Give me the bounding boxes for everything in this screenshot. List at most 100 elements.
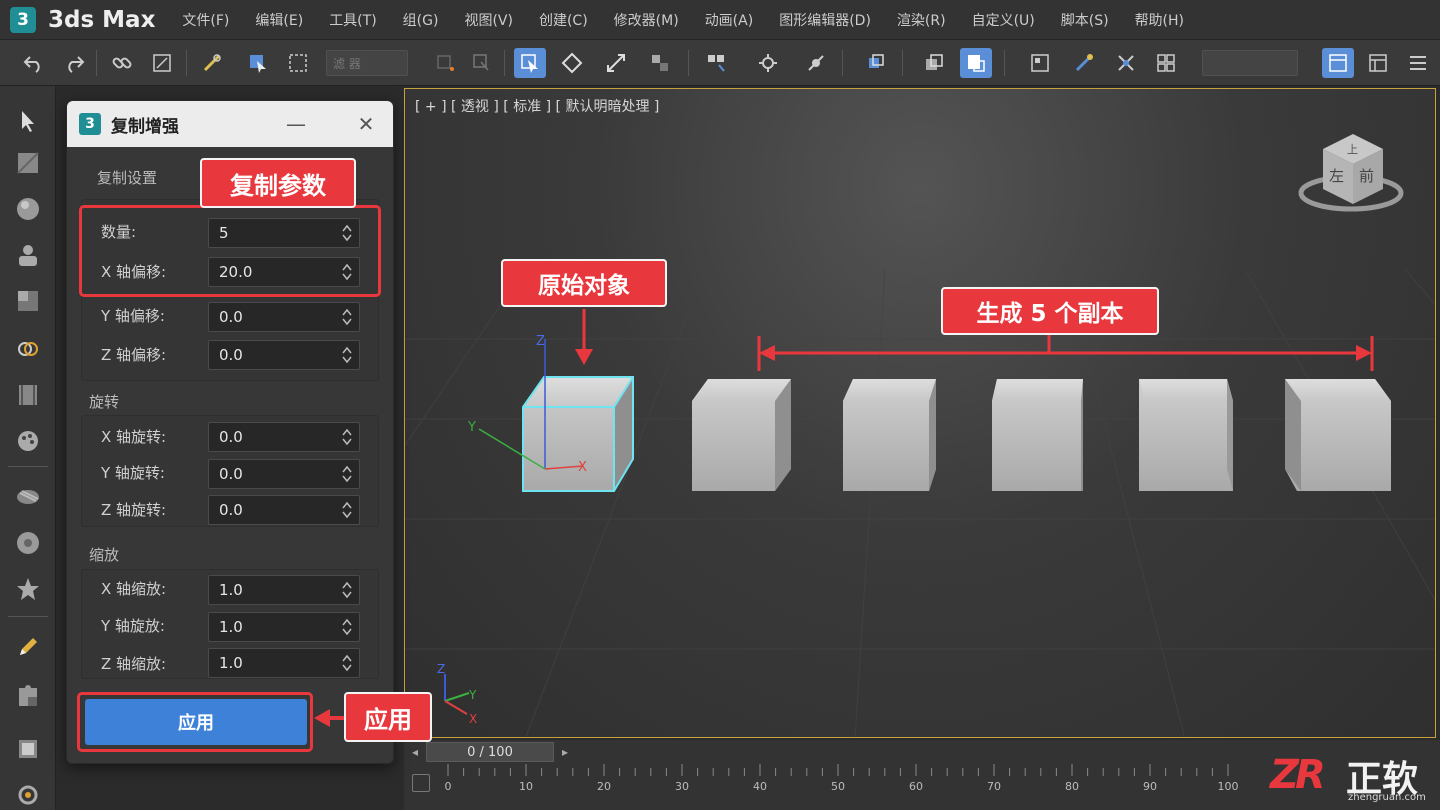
settings-icon[interactable] bbox=[12, 780, 44, 810]
particles-icon[interactable] bbox=[12, 574, 44, 604]
create-box-icon[interactable] bbox=[12, 286, 44, 316]
selection-filter-dropdown[interactable]: 滤 器 bbox=[326, 50, 408, 76]
workspace-icon[interactable] bbox=[1322, 48, 1354, 78]
link-icon[interactable] bbox=[106, 48, 138, 78]
pivot-icon[interactable] bbox=[700, 48, 732, 78]
callout-copies: 生成 5 个副本 bbox=[941, 287, 1159, 335]
copy-cube-4 bbox=[1139, 379, 1233, 491]
menu-create[interactable]: 创建(C) bbox=[539, 10, 588, 30]
hierarchy-link-icon[interactable] bbox=[12, 334, 44, 364]
ribbon-icon[interactable] bbox=[1402, 48, 1434, 78]
menu-graph-editors[interactable]: 图形编辑器(D) bbox=[779, 10, 871, 30]
gizmo-z-label: Z bbox=[536, 334, 545, 349]
window-crossing-icon[interactable] bbox=[430, 48, 462, 78]
z-offset-spinner[interactable]: 0.0 bbox=[208, 340, 360, 370]
perspective-viewport[interactable]: [ + ] [ 透视 ] [ 标准 ] [ 默认明暗处理 ] Z X Y 上 左… bbox=[404, 88, 1436, 738]
palette-icon[interactable] bbox=[12, 426, 44, 456]
menu-edit[interactable]: 编辑(E) bbox=[255, 10, 303, 30]
snap-icon[interactable] bbox=[752, 48, 784, 78]
mirror-icon[interactable] bbox=[860, 48, 892, 78]
select-move-icon[interactable] bbox=[514, 48, 546, 78]
app-title: 3ds Max bbox=[48, 6, 156, 33]
menu-group[interactable]: 组(G) bbox=[403, 10, 439, 30]
layer-explorer-icon[interactable] bbox=[960, 48, 992, 78]
menu-help[interactable]: 帮助(H) bbox=[1135, 10, 1184, 30]
create-sphere-icon[interactable] bbox=[12, 194, 44, 224]
film-icon[interactable] bbox=[12, 380, 44, 410]
original-arrow bbox=[575, 309, 593, 365]
angle-snap-icon[interactable] bbox=[800, 48, 832, 78]
torus-icon[interactable] bbox=[12, 528, 44, 558]
menu-scripting[interactable]: 脚本(S) bbox=[1061, 10, 1109, 30]
spinner-arrows-icon[interactable] bbox=[342, 653, 352, 673]
create-character-icon[interactable] bbox=[12, 240, 44, 270]
menu-view[interactable]: 视图(V) bbox=[464, 10, 513, 30]
z-rotate-value: 0.0 bbox=[219, 501, 243, 519]
z-rotate-spinner[interactable]: 0.0 bbox=[208, 495, 360, 525]
spinner-arrows-icon[interactable] bbox=[342, 617, 352, 637]
select-arrow-icon[interactable] bbox=[12, 106, 44, 136]
menu-animation[interactable]: 动画(A) bbox=[705, 10, 754, 30]
unlink-icon[interactable] bbox=[146, 48, 178, 78]
rotate-icon[interactable] bbox=[556, 48, 588, 78]
spinner-arrows-icon[interactable] bbox=[342, 345, 352, 365]
render-preset-dropdown[interactable] bbox=[1202, 50, 1298, 76]
menu-rendering[interactable]: 渲染(R) bbox=[897, 10, 946, 30]
x-scale-spinner[interactable]: 1.0 bbox=[208, 575, 360, 605]
y-rotate-label: Y 轴旋转: bbox=[101, 464, 165, 482]
section-scale: 缩放 bbox=[89, 546, 120, 564]
menu-modifiers[interactable]: 修改器(M) bbox=[614, 10, 679, 30]
spinner-arrows-icon[interactable] bbox=[342, 307, 352, 327]
copies-bracket bbox=[757, 335, 1374, 371]
undo-icon[interactable] bbox=[18, 48, 50, 78]
x-scale-value: 1.0 bbox=[219, 581, 243, 599]
callout-original-object: 原始对象 bbox=[501, 259, 667, 307]
timeline-tick-label: 90 bbox=[1143, 780, 1157, 793]
y-rotate-value: 0.0 bbox=[219, 465, 243, 483]
apply-highlight-box bbox=[77, 692, 313, 752]
x-rotate-spinner[interactable]: 0.0 bbox=[208, 422, 360, 452]
viewcube-top-label: 上 bbox=[1347, 143, 1358, 156]
timeline-tick-label: 50 bbox=[831, 780, 845, 793]
close-icon[interactable]: ✕ bbox=[353, 111, 379, 137]
dialog-titlebar[interactable]: 3 复制增强 — ✕ bbox=[67, 101, 393, 147]
menu-tools[interactable]: 工具(T) bbox=[329, 10, 376, 30]
redo-icon[interactable] bbox=[58, 48, 90, 78]
place-icon[interactable] bbox=[644, 48, 676, 78]
copy-cube-3 bbox=[992, 379, 1083, 491]
align-icon[interactable] bbox=[918, 48, 950, 78]
section-rotate: 旋转 bbox=[89, 393, 120, 411]
rect-selection-icon[interactable] bbox=[282, 48, 314, 78]
x-rotate-label: X 轴旋转: bbox=[101, 428, 167, 446]
pencil-icon[interactable] bbox=[12, 632, 44, 662]
menu-bar: 3 3ds Max 文件(F) 编辑(E) 工具(T) 组(G) 视图(V) 创… bbox=[0, 0, 1440, 40]
menu-file[interactable]: 文件(F) bbox=[182, 10, 229, 30]
minimize-icon[interactable]: — bbox=[283, 111, 309, 137]
schematic-view-icon[interactable] bbox=[1024, 48, 1056, 78]
y-offset-spinner[interactable]: 0.0 bbox=[208, 302, 360, 332]
create-plane-icon[interactable] bbox=[12, 148, 44, 178]
render-setup-icon[interactable] bbox=[1110, 48, 1142, 78]
timeline-tick-label: 30 bbox=[675, 780, 689, 793]
spinner-arrows-icon[interactable] bbox=[342, 580, 352, 600]
y-scale-spinner[interactable]: 1.0 bbox=[208, 612, 360, 642]
select-by-name-icon[interactable] bbox=[242, 48, 274, 78]
select-object-icon[interactable] bbox=[464, 48, 496, 78]
gizmo-x-label: X bbox=[578, 460, 587, 475]
spinner-arrows-icon[interactable] bbox=[342, 464, 352, 484]
render-icon[interactable] bbox=[12, 734, 44, 764]
layout-icon[interactable] bbox=[1362, 48, 1394, 78]
dialog-logo-icon: 3 bbox=[79, 113, 101, 135]
material-editor-icon[interactable] bbox=[1068, 48, 1100, 78]
y-rotate-spinner[interactable]: 0.0 bbox=[208, 459, 360, 489]
bind-space-warp-icon[interactable] bbox=[196, 48, 228, 78]
spinner-arrows-icon[interactable] bbox=[342, 500, 352, 520]
scale-icon[interactable] bbox=[600, 48, 632, 78]
puzzle-icon[interactable] bbox=[12, 682, 44, 712]
render-frame-icon[interactable] bbox=[1150, 48, 1182, 78]
z-scale-spinner[interactable]: 1.0 bbox=[208, 648, 360, 678]
spinner-arrows-icon[interactable] bbox=[342, 427, 352, 447]
menu-customize[interactable]: 自定义(U) bbox=[972, 10, 1035, 30]
spring-icon[interactable] bbox=[12, 482, 44, 512]
timeline-tick-label: 0 bbox=[444, 780, 452, 793]
